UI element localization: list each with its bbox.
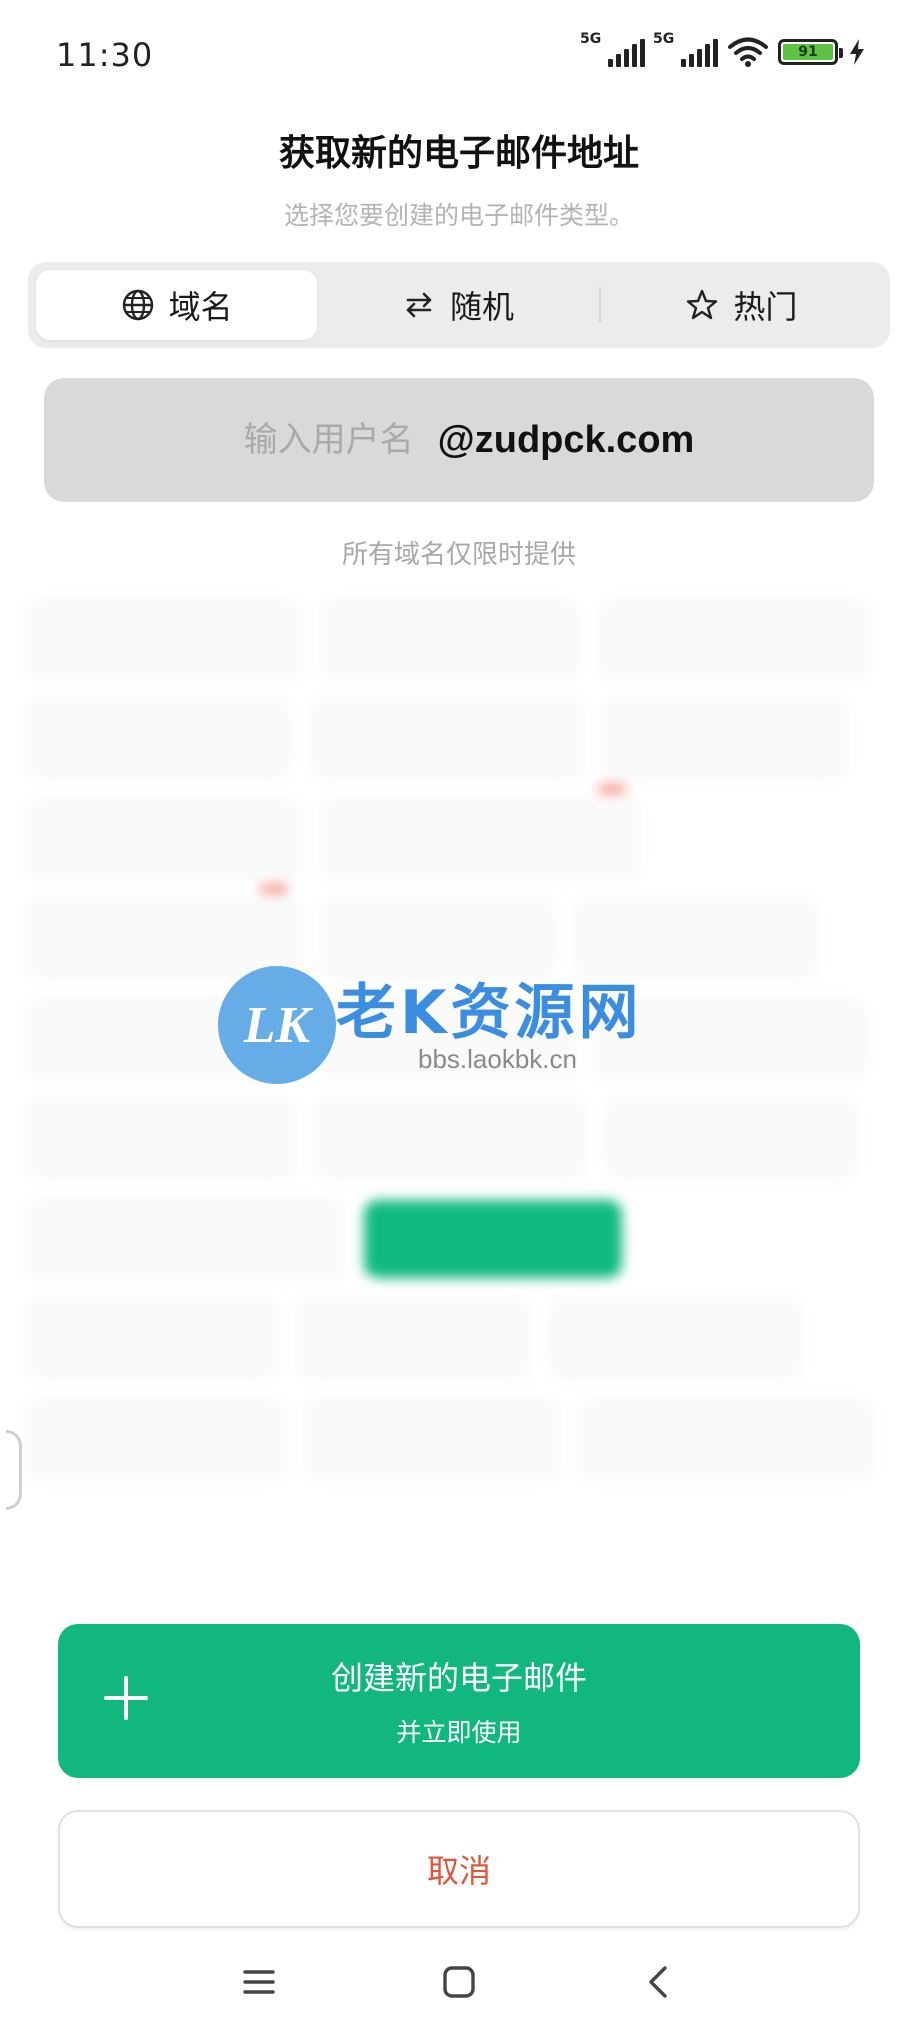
back-button[interactable]: [634, 1957, 684, 2007]
system-nav-bar: [0, 1940, 918, 2024]
page-title: 获取新的电子邮件地址: [278, 133, 639, 174]
domain-chip[interactable]: [604, 700, 846, 778]
new-badge: [598, 786, 626, 792]
globe-icon: [122, 289, 153, 321]
cancel-button[interactable]: 取消: [58, 1810, 860, 1928]
status-icons: 5G 5G 91: [580, 31, 866, 68]
edge-handle[interactable]: [6, 1430, 22, 1510]
status-time: 11:30: [56, 36, 154, 74]
home-icon: [443, 1966, 475, 1998]
new-badge: [260, 886, 288, 892]
domain-chip[interactable]: [28, 600, 300, 678]
tab-domain[interactable]: 域名: [36, 270, 318, 340]
tab-label: 热门: [733, 288, 798, 326]
battery-level: 91: [783, 44, 833, 60]
domain-chip[interactable]: [600, 600, 868, 678]
home-button[interactable]: [434, 1957, 484, 2007]
domain-chip[interactable]: [28, 1100, 294, 1178]
domain-chip[interactable]: [322, 786, 638, 878]
domain-chip[interactable]: [28, 700, 290, 778]
watermark-logo: LK: [218, 966, 336, 1084]
domain-chip[interactable]: [322, 600, 578, 678]
watermark: LK 老K资源网 bbs.laokbk.cn: [212, 960, 732, 1100]
star-icon: [687, 289, 718, 320]
selected-domain: @zudpck.com: [437, 418, 695, 461]
battery-icon: 91: [778, 39, 843, 65]
menu-icon: [243, 1970, 275, 1994]
plus-icon: [104, 1676, 148, 1720]
status-bar: 11:30 5G 5G 91: [0, 0, 918, 110]
domain-chip[interactable]: [28, 1200, 342, 1278]
back-icon: [649, 1966, 667, 1998]
signal-label: 5G: [653, 31, 675, 47]
wifi-icon: [728, 37, 768, 67]
username-input[interactable]: [223, 420, 414, 460]
domain-chip[interactable]: [298, 1300, 528, 1378]
swap-icon: [406, 292, 432, 318]
signal-label: 5G: [580, 31, 602, 47]
type-tabs: 域名 随机 热门: [28, 262, 890, 348]
domain-chip[interactable]: [28, 800, 300, 878]
signal-icon: 5G: [580, 31, 645, 67]
domain-chip[interactable]: [306, 1400, 558, 1478]
domain-chip[interactable]: [316, 1100, 584, 1178]
domain-chip[interactable]: [580, 1400, 872, 1478]
domain-note: 所有域名仅限时提供: [341, 540, 576, 570]
signal-icon: 5G: [653, 31, 718, 67]
watermark-title: 老K资源网: [336, 978, 643, 1048]
tab-label: 随机: [449, 288, 514, 326]
username-field: @zudpck.com: [44, 378, 874, 502]
watermark-url: bbs.laokbk.cn: [418, 1044, 577, 1074]
page-subtitle: 选择您要创建的电子邮件类型。: [283, 201, 634, 230]
create-sublabel: 并立即使用: [396, 1718, 522, 1747]
domain-chip[interactable]: [550, 1300, 800, 1378]
charging-icon: [850, 39, 864, 65]
domain-chip[interactable]: [28, 1400, 284, 1478]
tab-popular[interactable]: 热门: [601, 270, 882, 340]
tab-random[interactable]: 随机: [317, 270, 598, 340]
create-text: 创建新的电子邮件 并立即使用: [331, 1653, 587, 1749]
create-email-button[interactable]: 创建新的电子邮件 并立即使用: [58, 1624, 860, 1778]
domain-chip-selected[interactable]: [364, 1200, 622, 1278]
create-label: 创建新的电子邮件: [330, 1659, 587, 1697]
domain-chip[interactable]: [312, 700, 582, 778]
domain-chip[interactable]: [28, 1300, 276, 1378]
menu-button[interactable]: [234, 1957, 284, 2007]
tab-label: 域名: [168, 288, 233, 326]
domain-chip[interactable]: [606, 1100, 856, 1178]
